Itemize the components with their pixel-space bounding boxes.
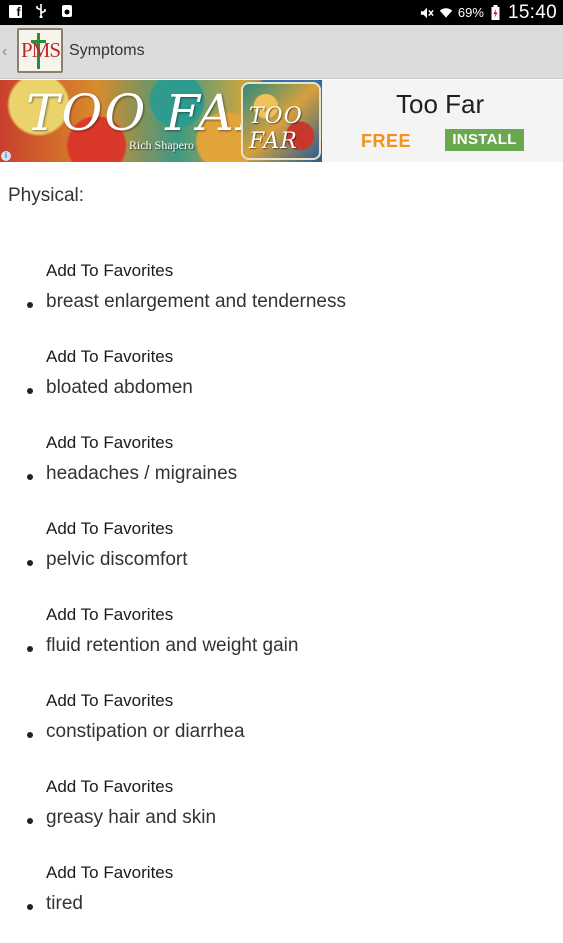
bullet — [27, 388, 33, 394]
battery-icon — [489, 5, 503, 20]
add-to-favorites-button[interactable]: Add To Favorites — [46, 605, 173, 625]
system-status: 69% 15:40 — [420, 0, 557, 25]
clock: 15:40 — [507, 1, 557, 23]
section-heading: Physical: — [8, 185, 85, 206]
bullet — [27, 302, 33, 308]
symptom-text: pelvic discomfort — [46, 549, 188, 570]
add-to-favorites-button[interactable]: Add To Favorites — [46, 519, 173, 539]
notification-icons: f — [8, 4, 74, 19]
add-to-favorites-button[interactable]: Add To Favorites — [46, 863, 173, 883]
ad-artwork-title: TOO FAR — [26, 84, 276, 142]
app-logo[interactable]: PMS — [17, 28, 63, 73]
action-bar: ‹ PMS Symptoms — [0, 25, 563, 79]
status-bar: f 69% 15:40 — [0, 0, 563, 25]
symptom-text: greasy hair and skin — [46, 807, 217, 828]
symptom-text: bloated abdomen — [46, 377, 193, 398]
ad-info-icon[interactable]: i — [1, 151, 11, 161]
page-title: Symptoms — [69, 42, 145, 59]
symptom-text: tired — [46, 893, 83, 914]
symptom-text: breast enlargement and tenderness — [46, 291, 346, 312]
ad-author: Rich Shapero — [129, 138, 194, 152]
battery-percent: 69% — [457, 5, 484, 20]
symptom-text: constipation or diarrhea — [46, 721, 245, 742]
bullet — [27, 904, 33, 910]
symptom-text: headaches / migraines — [46, 463, 238, 484]
download-icon — [60, 4, 74, 18]
back-chevron-icon[interactable]: ‹ — [2, 42, 7, 62]
list-item: Add To Favorites greasy hair and skin — [0, 777, 563, 857]
list-item: Add To Favorites breast enlargement and … — [0, 261, 563, 341]
bullet — [27, 732, 33, 738]
ad-banner[interactable]: TOO FAR Rich Shapero TOO FAR i Too Far F… — [0, 80, 563, 162]
add-to-favorites-button[interactable]: Add To Favorites — [46, 347, 173, 367]
ad-price-label: FREE — [361, 131, 412, 151]
mute-icon — [420, 6, 434, 20]
bullet — [27, 646, 33, 652]
list-item: Add To Favorites tired — [0, 863, 563, 943]
list-item: Add To Favorites headaches / migraines — [0, 433, 563, 513]
ad-app-thumbnail[interactable]: TOO FAR — [241, 82, 321, 160]
list-item: Add To Favorites fluid retention and wei… — [0, 605, 563, 685]
list-item: Add To Favorites constipation or diarrhe… — [0, 691, 563, 771]
add-to-favorites-button[interactable]: Add To Favorites — [46, 433, 173, 453]
list-item: Add To Favorites pelvic discomfort — [0, 519, 563, 599]
list-item: Add To Favorites bloated abdomen — [0, 347, 563, 427]
symptoms-content: Physical: Add To Favorites breast enlarg… — [0, 162, 563, 914]
bullet — [27, 818, 33, 824]
bullet — [27, 474, 33, 480]
add-to-favorites-button[interactable]: Add To Favorites — [46, 777, 173, 797]
ad-app-name: Too Far — [396, 89, 485, 119]
add-to-favorites-button[interactable]: Add To Favorites — [46, 691, 173, 711]
install-button[interactable]: INSTALL — [445, 129, 524, 151]
ad-thumbnail-title: TOO FAR — [249, 104, 303, 154]
symptom-text: fluid retention and weight gain — [46, 635, 299, 656]
bullet — [27, 560, 33, 566]
facebook-icon: f — [8, 4, 22, 19]
usb-icon — [34, 4, 48, 18]
add-to-favorites-button[interactable]: Add To Favorites — [46, 261, 173, 281]
wifi-icon — [439, 6, 453, 20]
logo-text: PMS — [21, 38, 61, 62]
